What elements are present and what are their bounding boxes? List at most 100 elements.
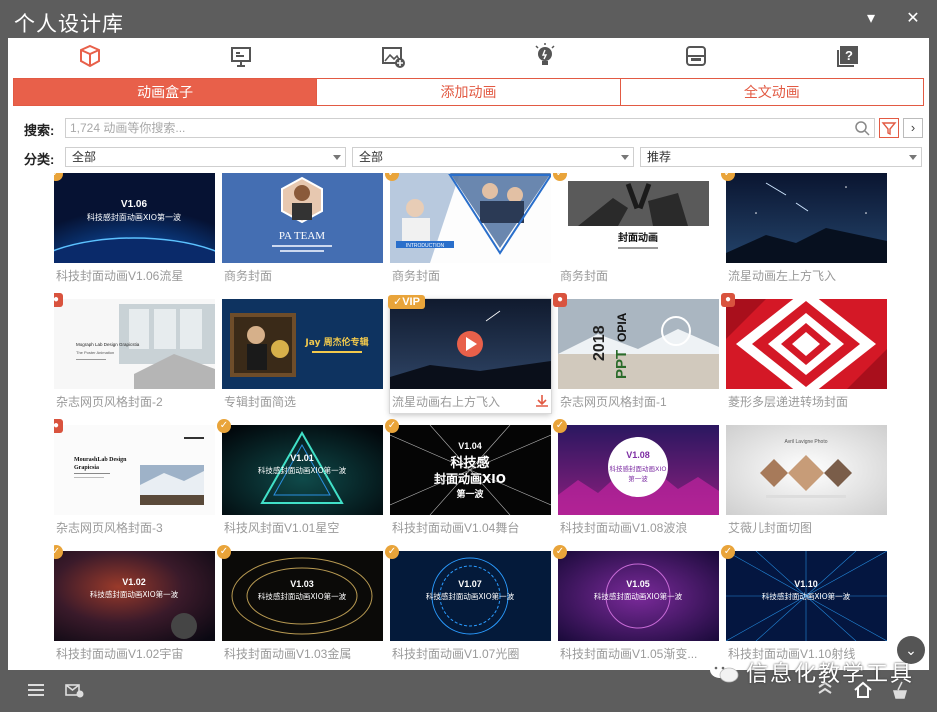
presentation-icon[interactable] xyxy=(227,42,255,70)
animation-card[interactable]: V1.07 科技感封面动画XIO第一波 ✓ 科技封面动画V1.07光圈 xyxy=(385,545,551,669)
sort-select[interactable]: 推荐 xyxy=(640,147,922,167)
animation-card[interactable]: 2018 PPT OPIA ● 杂志网页风格封面-1 xyxy=(553,293,719,417)
animation-card[interactable]: V1.06 科技感封面动画XIO第一波 ✓ 科技封面动画V1.06流星 xyxy=(54,173,215,291)
animation-caption: 科技封面动画V1.07光圈 xyxy=(392,647,520,661)
svg-text:INTRODUCTION: INTRODUCTION xyxy=(406,243,445,249)
help-icon[interactable]: ? xyxy=(834,42,862,70)
animation-caption: 科技封面动画V1.03金属 xyxy=(224,647,352,661)
animation-card[interactable]: V1.01 科技感封面动画XIO第一波 ✓ 科技风封面V1.01星空 xyxy=(217,419,383,543)
search-input[interactable] xyxy=(70,120,840,136)
image-add-icon[interactable] xyxy=(379,42,407,70)
svg-text:科技感封面动画XIO第一波: 科技感封面动画XIO第一波 xyxy=(87,212,181,222)
animation-card[interactable]: 封面动画 ✓ 商务封面 xyxy=(553,173,719,291)
svg-text:?: ? xyxy=(845,48,853,63)
animation-caption: 科技封面动画V1.02宇宙 xyxy=(56,647,184,661)
filter-icon xyxy=(881,122,897,136)
lightbulb-icon[interactable] xyxy=(531,42,559,70)
animation-caption: 艾薇儿封面切图 xyxy=(728,521,813,535)
animation-card[interactable]: V1.02 科技感封面动画XIO第一波 ✓ 科技封面动画V1.02宇宙 xyxy=(54,545,215,669)
chevron-down-icon xyxy=(909,155,917,160)
animation-thumbnail[interactable]: MourashLab Design Grapicsia xyxy=(54,425,215,515)
animation-thumbnail[interactable]: V1.04 科技感 封面动画XIO 第一波 xyxy=(390,425,551,515)
animation-thumbnail[interactable] xyxy=(726,299,887,389)
animation-thumbnail[interactable]: 封面动画 xyxy=(558,173,719,263)
animation-grid: V1.06 科技感封面动画XIO第一波 ✓ 科技封面动画V1.06流星 PA TEAM 商… xyxy=(54,173,890,670)
next-button[interactable]: › xyxy=(903,118,923,138)
animation-thumbnail[interactable]: V1.07 科技感封面动画XIO第一波 xyxy=(390,551,551,641)
animation-thumbnail[interactable]: V1.10 科技感封面动画XIO第一波 xyxy=(726,551,887,641)
animation-thumbnail[interactable]: Jay 周杰伦专辑 xyxy=(222,299,383,389)
svg-text:V1.01: V1.01 xyxy=(290,453,314,463)
animation-card[interactable]: ● 菱形多层递进转场封面 xyxy=(721,293,887,417)
verified-badge-icon: ✓ xyxy=(553,419,567,433)
svg-text:V1.05: V1.05 xyxy=(626,579,650,589)
category-select-1[interactable]: 全部 xyxy=(65,147,346,167)
animation-thumbnail[interactable]: V1.03 科技感封面动画XIO第一波 xyxy=(222,551,383,641)
svg-text:MourashLab Design: MourashLab Design xyxy=(74,457,127,463)
category-select-2[interactable]: 全部 xyxy=(352,147,634,167)
svg-text:科技感封面动画XIO: 科技感封面动画XIO xyxy=(610,464,667,473)
animation-card[interactable]: MourashLab Design Grapicsia ● 杂志网页风格封面-3 xyxy=(54,419,215,543)
user-badge-icon: ● xyxy=(54,293,63,307)
menu-icon[interactable] xyxy=(25,679,47,701)
animation-card[interactable]: V1.03 科技感封面动画XIO第一波 ✓ 科技封面动画V1.03金属 xyxy=(217,545,383,669)
animation-caption: 商务封面 xyxy=(392,269,441,283)
download-icon[interactable] xyxy=(535,394,549,408)
animation-card[interactable]: INTRODUCTION ✓ 商务封面 xyxy=(385,173,551,291)
svg-text:科技感: 科技感 xyxy=(450,455,489,471)
animation-card[interactable]: V1.05 科技感封面动画XIO第一波 ✓ 科技封面动画V1.05渐变... xyxy=(553,545,719,669)
animation-caption: 科技封面动画V1.04舞台 xyxy=(392,521,520,535)
svg-text:封面动画XIO: 封面动画XIO xyxy=(434,471,506,486)
svg-text:V1.02: V1.02 xyxy=(122,577,146,587)
animation-thumbnail[interactable] xyxy=(726,173,887,263)
title-bar[interactable]: 个人设计库 ▾ ✕ xyxy=(0,0,937,38)
box-icon[interactable] xyxy=(76,42,104,70)
svg-text:V1.06: V1.06 xyxy=(121,199,148,210)
animation-card[interactable]: PA TEAM 商务封面 xyxy=(222,173,383,291)
animation-thumbnail[interactable]: V1.02 科技感封面动画XIO第一波 xyxy=(54,551,215,641)
animation-card[interactable]: Mograph Lab Design Grapicstia The Poster … xyxy=(54,293,215,417)
animation-thumbnail[interactable]: V1.08 科技感封面动画XIO 第一波 xyxy=(558,425,719,515)
animation-card[interactable]: V1.04 科技感 封面动画XIO 第一波 ✓ 科技封面动画V1.04舞台 xyxy=(385,419,551,543)
verified-badge-icon: ✓ xyxy=(553,545,567,559)
search-icon[interactable] xyxy=(854,120,870,136)
tab-add-animation[interactable]: 添加动画 xyxy=(317,79,621,105)
category-select-2-value: 全部 xyxy=(359,150,384,164)
tab-full-animation[interactable]: 全文动画 xyxy=(620,79,923,105)
animation-caption: 科技风封面V1.01星空 xyxy=(224,521,340,535)
svg-text:第一波: 第一波 xyxy=(628,474,648,483)
storage-icon[interactable] xyxy=(682,42,710,70)
animation-thumbnail[interactable]: V1.05 科技感封面动画XIO第一波 xyxy=(558,551,719,641)
animation-caption: 商务封面 xyxy=(224,269,273,283)
animation-caption: 杂志网页风格封面-1 xyxy=(560,395,667,409)
close-button[interactable]: ✕ xyxy=(904,10,922,28)
svg-text:Mograph Lab Design Grapicstia: Mograph Lab Design Grapicstia xyxy=(76,342,140,347)
user-badge-icon: ● xyxy=(721,293,735,307)
mail-settings-icon[interactable] xyxy=(63,679,85,701)
filter-button[interactable] xyxy=(879,118,899,138)
verified-badge-icon: ✓ xyxy=(385,419,399,433)
search-box xyxy=(65,118,875,138)
animation-thumbnail[interactable]: V1.06 科技感封面动画XIO第一波 xyxy=(54,173,215,263)
minimize-button[interactable]: ▾ xyxy=(862,10,880,28)
animation-thumbnail[interactable] xyxy=(390,299,551,389)
animation-card[interactable]: ✓VIP 流星动画右上方飞入 xyxy=(388,295,551,413)
animation-card[interactable]: ✓ 流星动画左上方飞入 xyxy=(721,173,887,291)
tab-animation-box[interactable]: 动画盒子 xyxy=(14,79,318,105)
animation-card[interactable]: V1.10 科技感封面动画XIO第一波 ✓ 科技封面动画V1.10射线 xyxy=(721,545,887,669)
animation-card[interactable]: V1.08 科技感封面动画XIO 第一波 ✓ 科技封面动画V1.08波浪 xyxy=(553,419,719,543)
user-badge-icon: ● xyxy=(553,293,567,307)
svg-text:V1.03: V1.03 xyxy=(290,579,314,589)
animation-thumbnail[interactable]: Avril Lavigne Photo xyxy=(726,425,887,515)
animation-thumbnail[interactable]: 2018 PPT OPIA xyxy=(558,299,719,389)
wechat-icon xyxy=(710,662,739,683)
animation-card[interactable]: Avril Lavigne Photo 艾薇儿封面切图 xyxy=(726,425,887,543)
animation-thumbnail[interactable]: PA TEAM xyxy=(222,173,383,263)
svg-text:Jay 周杰伦专辑: Jay 周杰伦专辑 xyxy=(304,336,368,348)
animation-thumbnail[interactable]: V1.01 科技感封面动画XIO第一波 xyxy=(222,425,383,515)
window-title: 个人设计库 xyxy=(14,13,124,36)
animation-thumbnail[interactable]: INTRODUCTION xyxy=(390,173,551,263)
svg-text:科技感封面动画XIO第一波: 科技感封面动画XIO第一波 xyxy=(426,591,515,601)
animation-thumbnail[interactable]: Mograph Lab Design Grapicstia The Poster … xyxy=(54,299,215,389)
animation-card[interactable]: Jay 周杰伦专辑 专辑封面简选 xyxy=(222,299,383,417)
